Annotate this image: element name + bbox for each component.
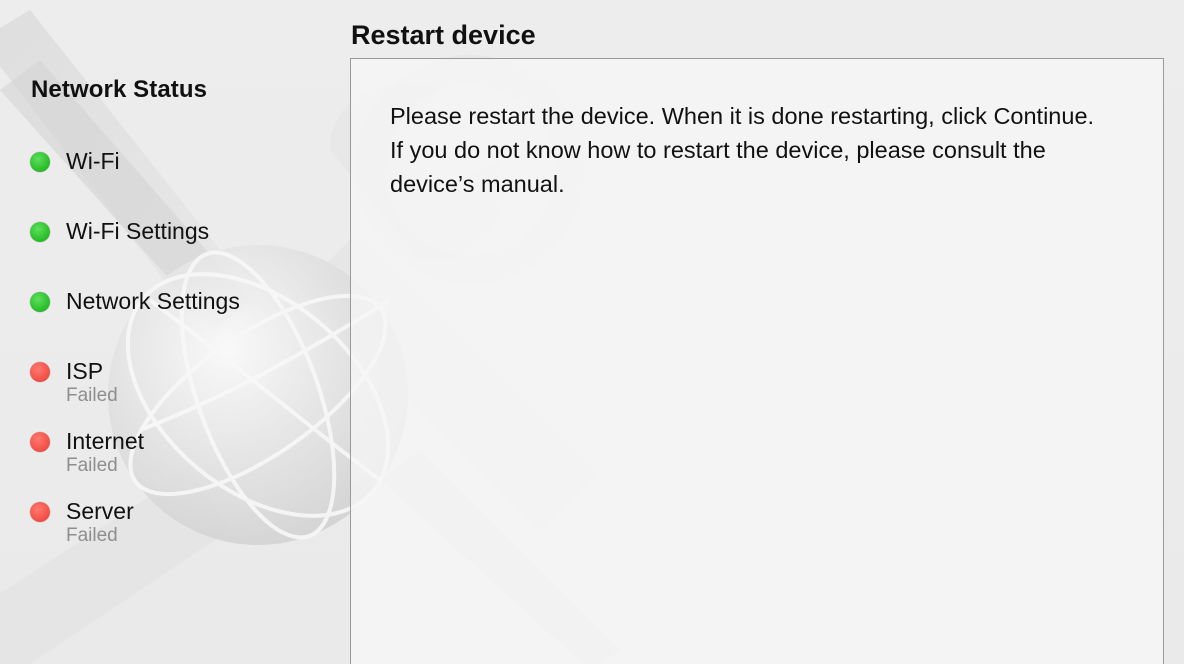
status-subtext: Failed — [66, 385, 118, 406]
status-label: Wi-Fi Settings — [66, 218, 210, 244]
network-diagnostics-window: Network Status Wi-Fi Wi-Fi Settings Netw… — [0, 0, 1184, 664]
status-ok-icon — [30, 152, 50, 172]
status-fail-icon — [30, 502, 50, 522]
status-label: Server — [66, 498, 134, 524]
status-label: Wi-Fi — [66, 148, 120, 174]
network-status-sidebar: Network Status Wi-Fi Wi-Fi Settings Netw… — [0, 0, 340, 664]
status-label: ISP — [66, 358, 104, 384]
status-ok-icon — [30, 222, 50, 242]
status-label: Network Settings — [66, 288, 240, 314]
status-subtext: Failed — [66, 455, 118, 476]
status-subtext: Failed — [66, 525, 118, 546]
message-panel: Please restart the device. When it is do… — [350, 58, 1164, 664]
sidebar-title: Network Status — [31, 76, 208, 103]
instruction-text: Please restart the device. When it is do… — [390, 103, 1095, 197]
status-fail-icon — [30, 362, 50, 382]
status-label: Internet — [66, 428, 144, 454]
status-ok-icon — [30, 292, 50, 312]
status-fail-icon — [30, 432, 50, 452]
page-title: Restart device — [351, 20, 536, 50]
